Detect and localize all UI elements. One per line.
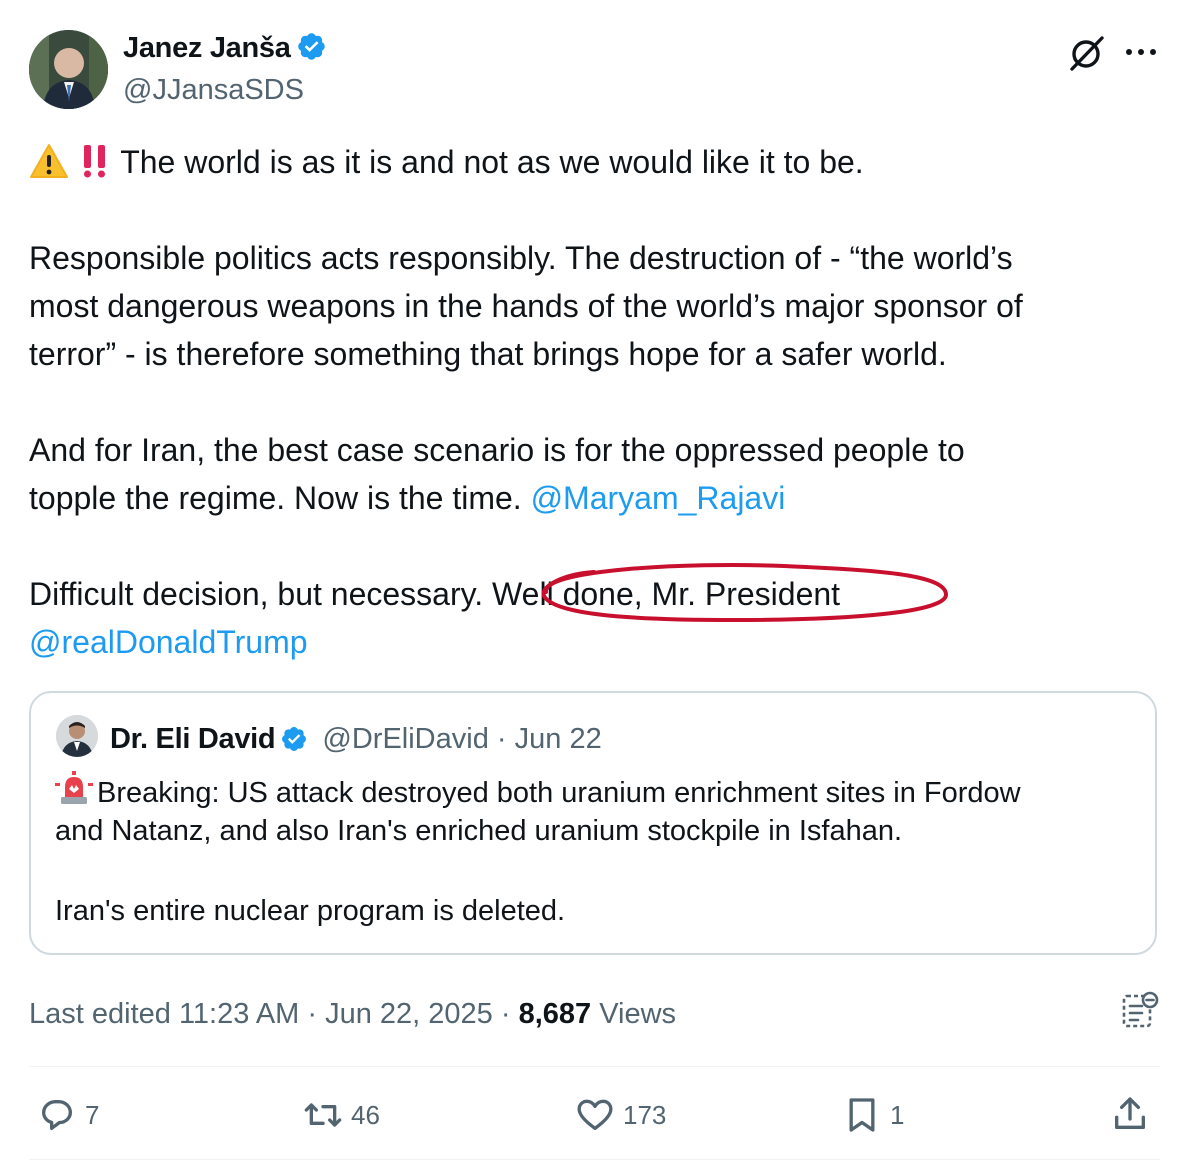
like-count: 173 — [623, 1099, 667, 1130]
author-name[interactable]: Janez Janša — [123, 30, 327, 66]
author-avatar[interactable] — [29, 30, 108, 109]
author-name-text[interactable]: Janez Janša — [123, 32, 291, 64]
quoted-separator: · — [496, 723, 507, 755]
share-icon[interactable] — [1110, 1094, 1150, 1134]
post-line-2: Responsible politics acts responsibly. T… — [29, 240, 1013, 276]
reply-button[interactable]: 7 — [37, 1093, 99, 1137]
post-line-4: terror” - is therefore something that br… — [29, 336, 947, 372]
edited-timestamp[interactable]: Last edited 11:23 AM · Jun 22, 2025 · — [29, 998, 519, 1030]
post-line-3: most dangerous weapons in the hands of t… — [29, 288, 1023, 324]
grok-icon[interactable] — [1068, 34, 1106, 72]
verified-badge-icon — [282, 727, 307, 751]
bookmark-count: 1 — [890, 1099, 905, 1130]
quoted-author-avatar[interactable] — [56, 715, 98, 757]
post-meta: Last edited 11:23 AM · Jun 22, 2025 · 8,… — [29, 996, 676, 1032]
views-count: 8,687 — [518, 998, 592, 1030]
reply-icon — [42, 1100, 73, 1130]
post-line-7: Difficult decision, but necessary. Well … — [29, 570, 1164, 618]
quoted-header: Dr. Eli David @DrEliDavid · Jun 22 — [110, 721, 602, 757]
reply-count: 7 — [85, 1099, 100, 1130]
repost-count: 46 — [351, 1099, 380, 1130]
rotating-light-icon — [55, 771, 93, 804]
bookmark-icon — [849, 1098, 875, 1132]
quoted-date[interactable]: Jun 22 — [515, 723, 602, 755]
bookmark-button[interactable]: 1 — [842, 1093, 904, 1137]
post-line-8: @realDonaldTrump — [29, 618, 1164, 666]
views-label: Views — [591, 998, 677, 1030]
post-line-6: topple the regime. Now is the time. @Mar… — [29, 474, 1164, 522]
post-text-6: topple the regime. Now is the time. — [29, 480, 531, 516]
post-text-1: The world is as it is and not as we woul… — [120, 144, 864, 180]
quoted-author-name[interactable]: Dr. Eli David — [110, 723, 276, 755]
divider-top — [29, 1066, 1160, 1067]
mention-link-trump[interactable]: @realDonaldTrump — [29, 624, 308, 660]
post-line-5: And for Iran, the best case scenario is … — [29, 432, 965, 468]
quoted-text-1: Breaking: US attack destroyed both urani… — [97, 777, 1021, 809]
quoted-line-1: Breaking: US attack destroyed both urani… — [55, 771, 1145, 813]
quoted-line-3: Iran's entire nuclear program is deleted… — [55, 895, 566, 927]
analytics-icon[interactable] — [1120, 990, 1160, 1030]
divider-bottom — [29, 1159, 1160, 1160]
circled-text: Well done, Mr. President — [492, 576, 841, 612]
double-exclamation-icon — [83, 145, 105, 178]
repost-button[interactable]: 46 — [303, 1093, 380, 1137]
more-icon[interactable] — [1124, 42, 1158, 62]
quoted-author-handle: @DrEliDavid — [322, 723, 489, 755]
post-text-7: Difficult decision, but necessary. — [29, 576, 493, 612]
like-icon — [577, 1099, 613, 1130]
mention-link-maryam[interactable]: @Maryam_Rajavi — [531, 480, 786, 516]
author-handle[interactable]: @JJansaSDS — [123, 72, 304, 108]
like-button[interactable]: 173 — [575, 1093, 666, 1137]
quoted-line-2: and Natanz, and also Iran's enriched ura… — [55, 815, 903, 847]
repost-icon — [304, 1103, 342, 1127]
verified-badge-icon — [297, 33, 325, 60]
warning-icon — [30, 144, 68, 178]
post-line-1: The world is as it is and not as we woul… — [29, 138, 1164, 186]
